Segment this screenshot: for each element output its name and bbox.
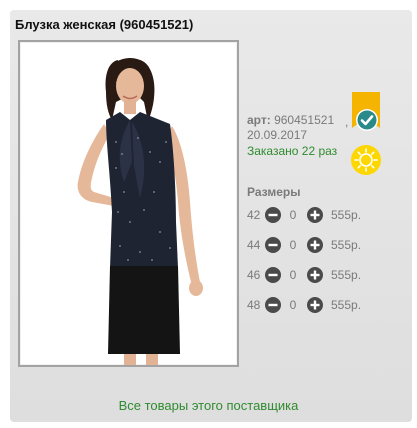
size-value: 46 bbox=[247, 268, 261, 282]
plus-circle-icon[interactable] bbox=[307, 267, 323, 283]
minus-circle-icon[interactable] bbox=[265, 267, 281, 283]
article-label: арт: bbox=[247, 113, 271, 127]
product-image bbox=[77, 58, 203, 365]
check-badge-icon[interactable] bbox=[355, 108, 379, 132]
sizes-heading: Размеры bbox=[247, 185, 301, 199]
plus-circle-icon[interactable] bbox=[307, 207, 323, 223]
size-price: 555р. bbox=[331, 298, 362, 312]
sun-icon[interactable] bbox=[350, 144, 382, 176]
size-price: 555р. bbox=[331, 208, 362, 222]
minus-circle-icon[interactable] bbox=[265, 297, 281, 313]
article-number: 960451521 bbox=[274, 113, 335, 127]
plus-circle-icon[interactable] bbox=[307, 297, 323, 313]
article-line: арт: 960451521 bbox=[247, 113, 334, 127]
ordered-count: Заказано 22 раз bbox=[247, 144, 338, 158]
size-value: 44 bbox=[247, 238, 261, 252]
plus-circle-icon[interactable] bbox=[307, 237, 323, 253]
minus-circle-icon[interactable] bbox=[265, 207, 281, 223]
product-photo[interactable] bbox=[18, 40, 239, 367]
article-date: 20.09.2017 bbox=[247, 128, 308, 142]
quantity-value: 0 bbox=[289, 268, 297, 282]
minus-circle-icon[interactable] bbox=[265, 237, 281, 253]
size-price: 555р. bbox=[331, 238, 362, 252]
article-comma: , bbox=[345, 115, 349, 129]
size-value: 48 bbox=[247, 298, 261, 312]
quantity-value: 0 bbox=[289, 208, 297, 222]
supplier-products-link[interactable]: Все товары этого поставщика bbox=[0, 398, 417, 413]
quantity-value: 0 bbox=[289, 298, 297, 312]
size-value: 42 bbox=[247, 208, 261, 222]
size-price: 555р. bbox=[331, 268, 362, 282]
product-title: Блузка женская (960451521) bbox=[15, 17, 194, 32]
quantity-value: 0 bbox=[289, 238, 297, 252]
